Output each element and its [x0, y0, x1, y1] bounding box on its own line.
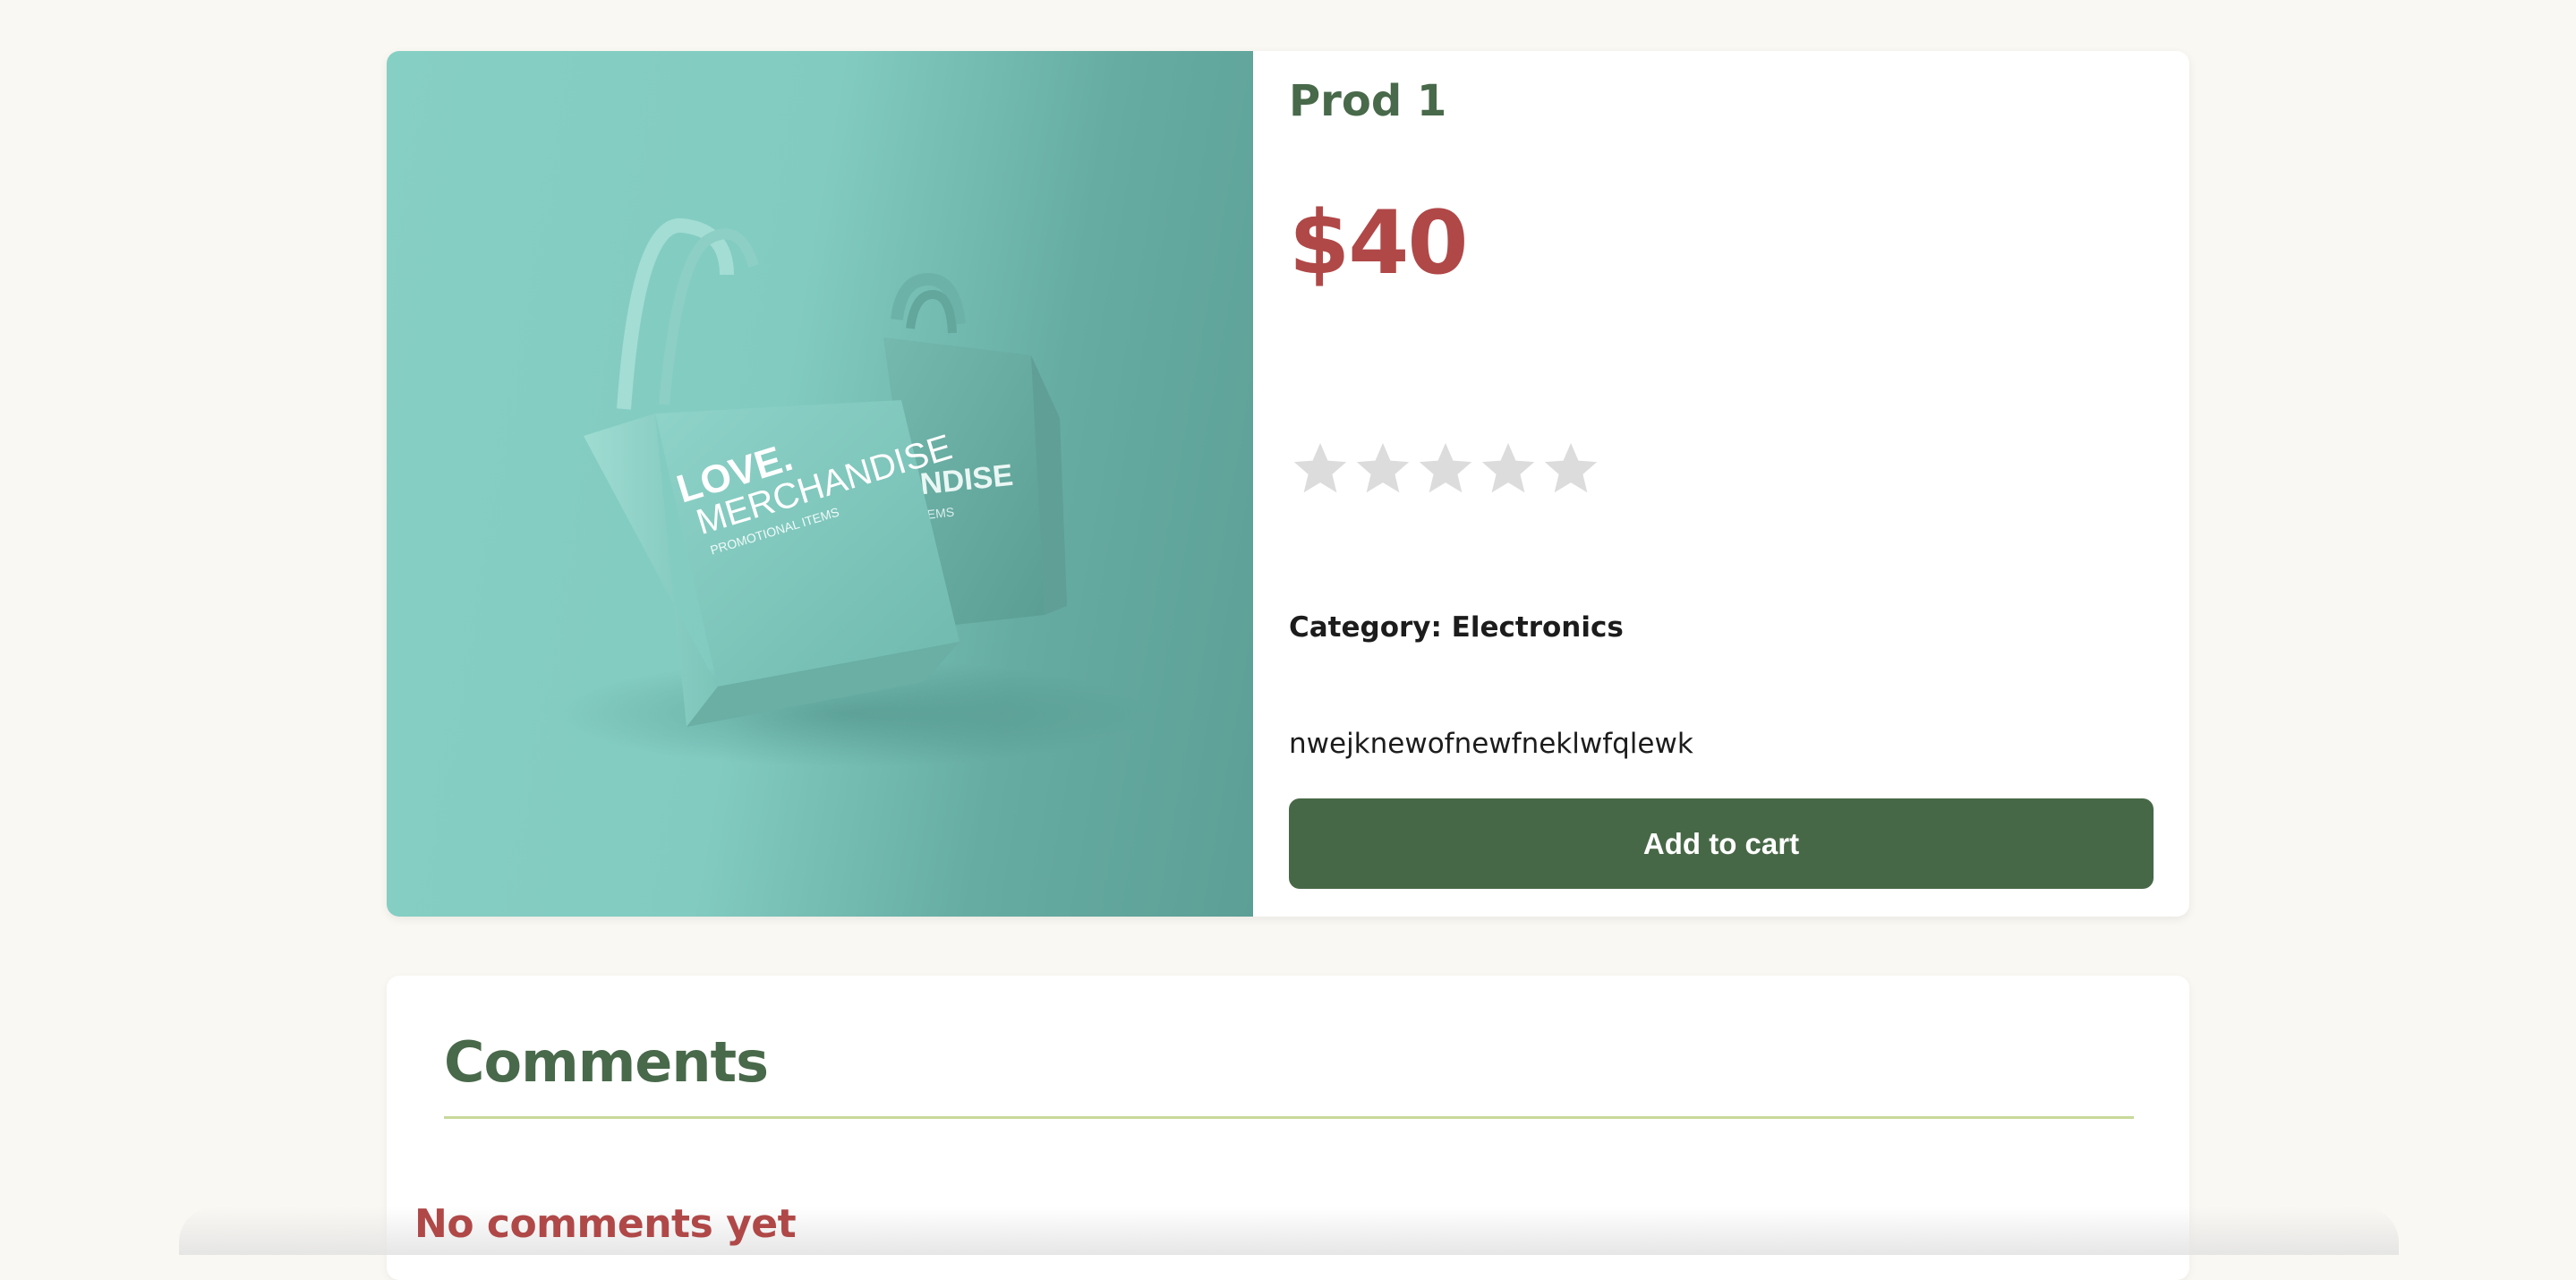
- comments-divider: [444, 1116, 2134, 1119]
- no-comments-message: No comments yet: [414, 1201, 797, 1247]
- star-icon[interactable]: [1540, 438, 1602, 500]
- tote-bags-illustration: ANDISE ITEMS LOVE. MERCHANDISE PROMOTION…: [557, 218, 1147, 767]
- product-category: Category: Electronics: [1289, 611, 1624, 644]
- product-info: Prod 1 $40 Category: Electronics nwejkne…: [1289, 51, 2154, 917]
- product-description: nwejknewofnewfneklwfqlewk: [1289, 728, 1693, 760]
- star-icon[interactable]: [1352, 438, 1414, 500]
- star-icon[interactable]: [1414, 438, 1477, 500]
- product-title: Prod 1: [1289, 76, 1447, 126]
- product-image: ANDISE ITEMS LOVE. MERCHANDISE PROMOTION…: [387, 51, 1253, 917]
- add-to-cart-button[interactable]: Add to cart: [1289, 798, 2154, 889]
- product-card: ANDISE ITEMS LOVE. MERCHANDISE PROMOTION…: [387, 51, 2189, 917]
- star-icon[interactable]: [1477, 438, 1540, 500]
- product-price: $40: [1289, 192, 1469, 294]
- star-rating[interactable]: [1289, 438, 1602, 506]
- comments-title: Comments: [444, 1029, 769, 1095]
- star-icon[interactable]: [1289, 438, 1352, 500]
